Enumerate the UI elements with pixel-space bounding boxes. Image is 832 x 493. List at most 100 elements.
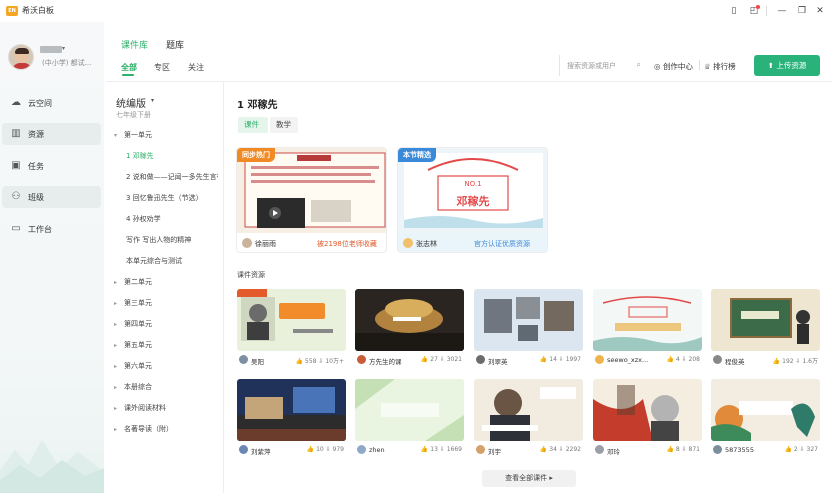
tree-item-label: 第一单元 [124, 131, 152, 139]
courseware-thumbnail [474, 289, 583, 351]
textbook-version-select[interactable]: 统编版 [116, 95, 146, 110]
close-icon[interactable]: ✕ [814, 5, 826, 17]
class-icon: ⚇ [11, 191, 21, 202]
author-name: 刘紫萍 [251, 448, 271, 456]
featured-badge: 同步热门 [237, 148, 275, 162]
author-name: 方先生的课 [369, 358, 402, 366]
tree-unit-item[interactable]: ▸ 第二单元 [114, 277, 218, 295]
courseware-card[interactable] [237, 379, 346, 441]
section-label: 课件资源 [237, 271, 265, 279]
sidebar-item-label: 任务 [28, 162, 44, 171]
tree-unit-item[interactable]: ▸ 名著导读（附） [114, 424, 218, 442]
tree-lesson-item[interactable]: 4 孙权劝学 [114, 214, 218, 232]
tree-lesson-item[interactable]: 3 回忆鲁迅先生（节选） [114, 193, 218, 211]
title-bar [0, 0, 832, 22]
courseware-card[interactable] [237, 289, 346, 351]
courseware-meta: seewo_xzx... 👍 4 ⇩ 208 [593, 353, 702, 367]
chevron-down-icon[interactable]: ▾ [62, 45, 65, 52]
tree-unit-item[interactable]: ▸ 本册综合 [114, 382, 218, 400]
chevron-right-icon: ▸ [114, 321, 118, 328]
upload-button[interactable]: ⬆ 上传资源 [754, 55, 820, 76]
courseware-card[interactable] [711, 379, 820, 441]
author-name: seewo_xzx... [607, 356, 649, 364]
courseware-meta: 5873555 👍 2 ⇩ 327 [711, 443, 820, 457]
featured-badge: 本节精选 [398, 148, 436, 162]
courseware-card[interactable] [474, 379, 583, 441]
app-title: 希沃白板 [22, 6, 54, 15]
active-tab-indicator [122, 74, 134, 76]
svg-text:NO.1: NO.1 [464, 180, 481, 188]
divider [699, 60, 700, 70]
courseware-thumbnail [593, 289, 702, 351]
card-stats: 👍 558 ⇩ 10万+ [295, 358, 344, 365]
avatar [242, 238, 252, 248]
minimize-icon[interactable]: — [776, 5, 788, 17]
courseware-card[interactable] [593, 289, 702, 351]
featured-note: 被2198位老师收藏 [317, 240, 377, 248]
tree-lesson-item[interactable]: 本单元综合与测试 [114, 256, 218, 274]
avatar[interactable] [8, 44, 34, 70]
ranking-link[interactable]: ♕ 排行榜 [704, 61, 736, 72]
search-icon[interactable]: ⌕ [637, 60, 641, 70]
avatar [357, 355, 366, 364]
sidebar-item-tasks[interactable]: ▣ 任务 [2, 155, 101, 177]
notification-dot [756, 5, 760, 9]
courseware-thumbnail [711, 379, 820, 441]
featured-card-picked[interactable]: NO.1 邓稼先 本节精选 张志林 官方认证优质资源 [397, 147, 548, 253]
author-name: 张志林 [416, 240, 437, 248]
avatar [713, 355, 722, 364]
tree-lesson-item[interactable]: 写作 写出人物的精神 [114, 235, 218, 253]
user-school: (中小学) 都试... [42, 59, 92, 67]
courseware-card[interactable] [593, 379, 702, 441]
courseware-card[interactable] [355, 379, 464, 441]
sidebar-item-workbench[interactable]: ▭ 工作台 [2, 218, 101, 240]
restore-icon[interactable]: ❐ [796, 5, 808, 17]
tree-unit-item[interactable]: ▸ 课外阅读材料 [114, 403, 218, 421]
search-placeholder: 搜索资源或用户 [567, 62, 616, 70]
tree-item-label: 本单元综合与测试 [126, 257, 182, 265]
sidebar-item-cloud[interactable]: ☁ 云空间 [2, 92, 101, 114]
courseware-card[interactable] [474, 289, 583, 351]
featured-note: 官方认证优质资源 [474, 240, 530, 248]
featured-card-hot[interactable]: 同步热门 徐丽雨 被2198位老师收藏 [236, 147, 387, 253]
tree-lesson-item[interactable]: 2 说和做——记闻一多先生言行片段 [114, 172, 218, 190]
tab-zone[interactable]: 专区 [154, 62, 170, 73]
courseware-thumbnail [711, 289, 820, 351]
author-name: 程俊英 [725, 358, 745, 366]
search-input[interactable]: 搜索资源或用户 ⌕ [559, 55, 647, 76]
tree-unit-item[interactable]: ▸ 第三单元 [114, 298, 218, 316]
tab-all[interactable]: 全部 [121, 62, 137, 73]
cloud-icon: ☁ [11, 97, 21, 108]
chevron-right-icon: ▸ [114, 426, 118, 433]
sidebar-item-label: 云空间 [28, 99, 52, 108]
task-icon: ▣ [11, 160, 21, 171]
book-icon[interactable]: ▯ [728, 5, 740, 17]
tree-unit-item[interactable]: ▾ 第一单元 [114, 130, 218, 148]
tab-courseware-type[interactable]: 课件 [238, 117, 268, 133]
author-name: 邓玲 [607, 448, 620, 456]
card-stats: 👍 13 ⇩ 1669 [420, 446, 462, 453]
tree-unit-item[interactable]: ▸ 第五单元 [114, 340, 218, 358]
avatar [239, 355, 248, 364]
card-stats: 👍 27 ⇩ 3021 [420, 356, 462, 363]
courseware-card[interactable] [711, 289, 820, 351]
tab-following[interactable]: 关注 [188, 62, 204, 73]
chevron-down-icon: ▾ [114, 132, 118, 139]
tree-unit-item[interactable]: ▸ 第六单元 [114, 361, 218, 379]
tab-teaching-type[interactable]: 教学 [270, 117, 298, 133]
tree-unit-item[interactable]: ▸ 第四单元 [114, 319, 218, 337]
creator-icon: ◎ [654, 62, 661, 71]
avatar [403, 238, 413, 248]
creator-center-link[interactable]: ◎ 创作中心 [654, 61, 693, 72]
sidebar-item-class[interactable]: ⚇ 班级 [2, 186, 101, 208]
courseware-card[interactable] [355, 289, 464, 351]
tab-question-bank[interactable]: 题库 [166, 38, 184, 51]
avatar [595, 355, 604, 364]
sidebar-item-resources[interactable]: ▥ 资源 [2, 123, 101, 145]
author-name: zhen [369, 446, 385, 454]
view-all-button[interactable]: 查看全部课件 ▸ [482, 470, 576, 487]
avatar [239, 445, 248, 454]
tree-lesson-item[interactable]: 1 邓稼先 [114, 151, 218, 169]
tab-courseware[interactable]: 课件库 [121, 38, 148, 51]
chevron-down-icon[interactable]: ▾ [151, 97, 154, 104]
